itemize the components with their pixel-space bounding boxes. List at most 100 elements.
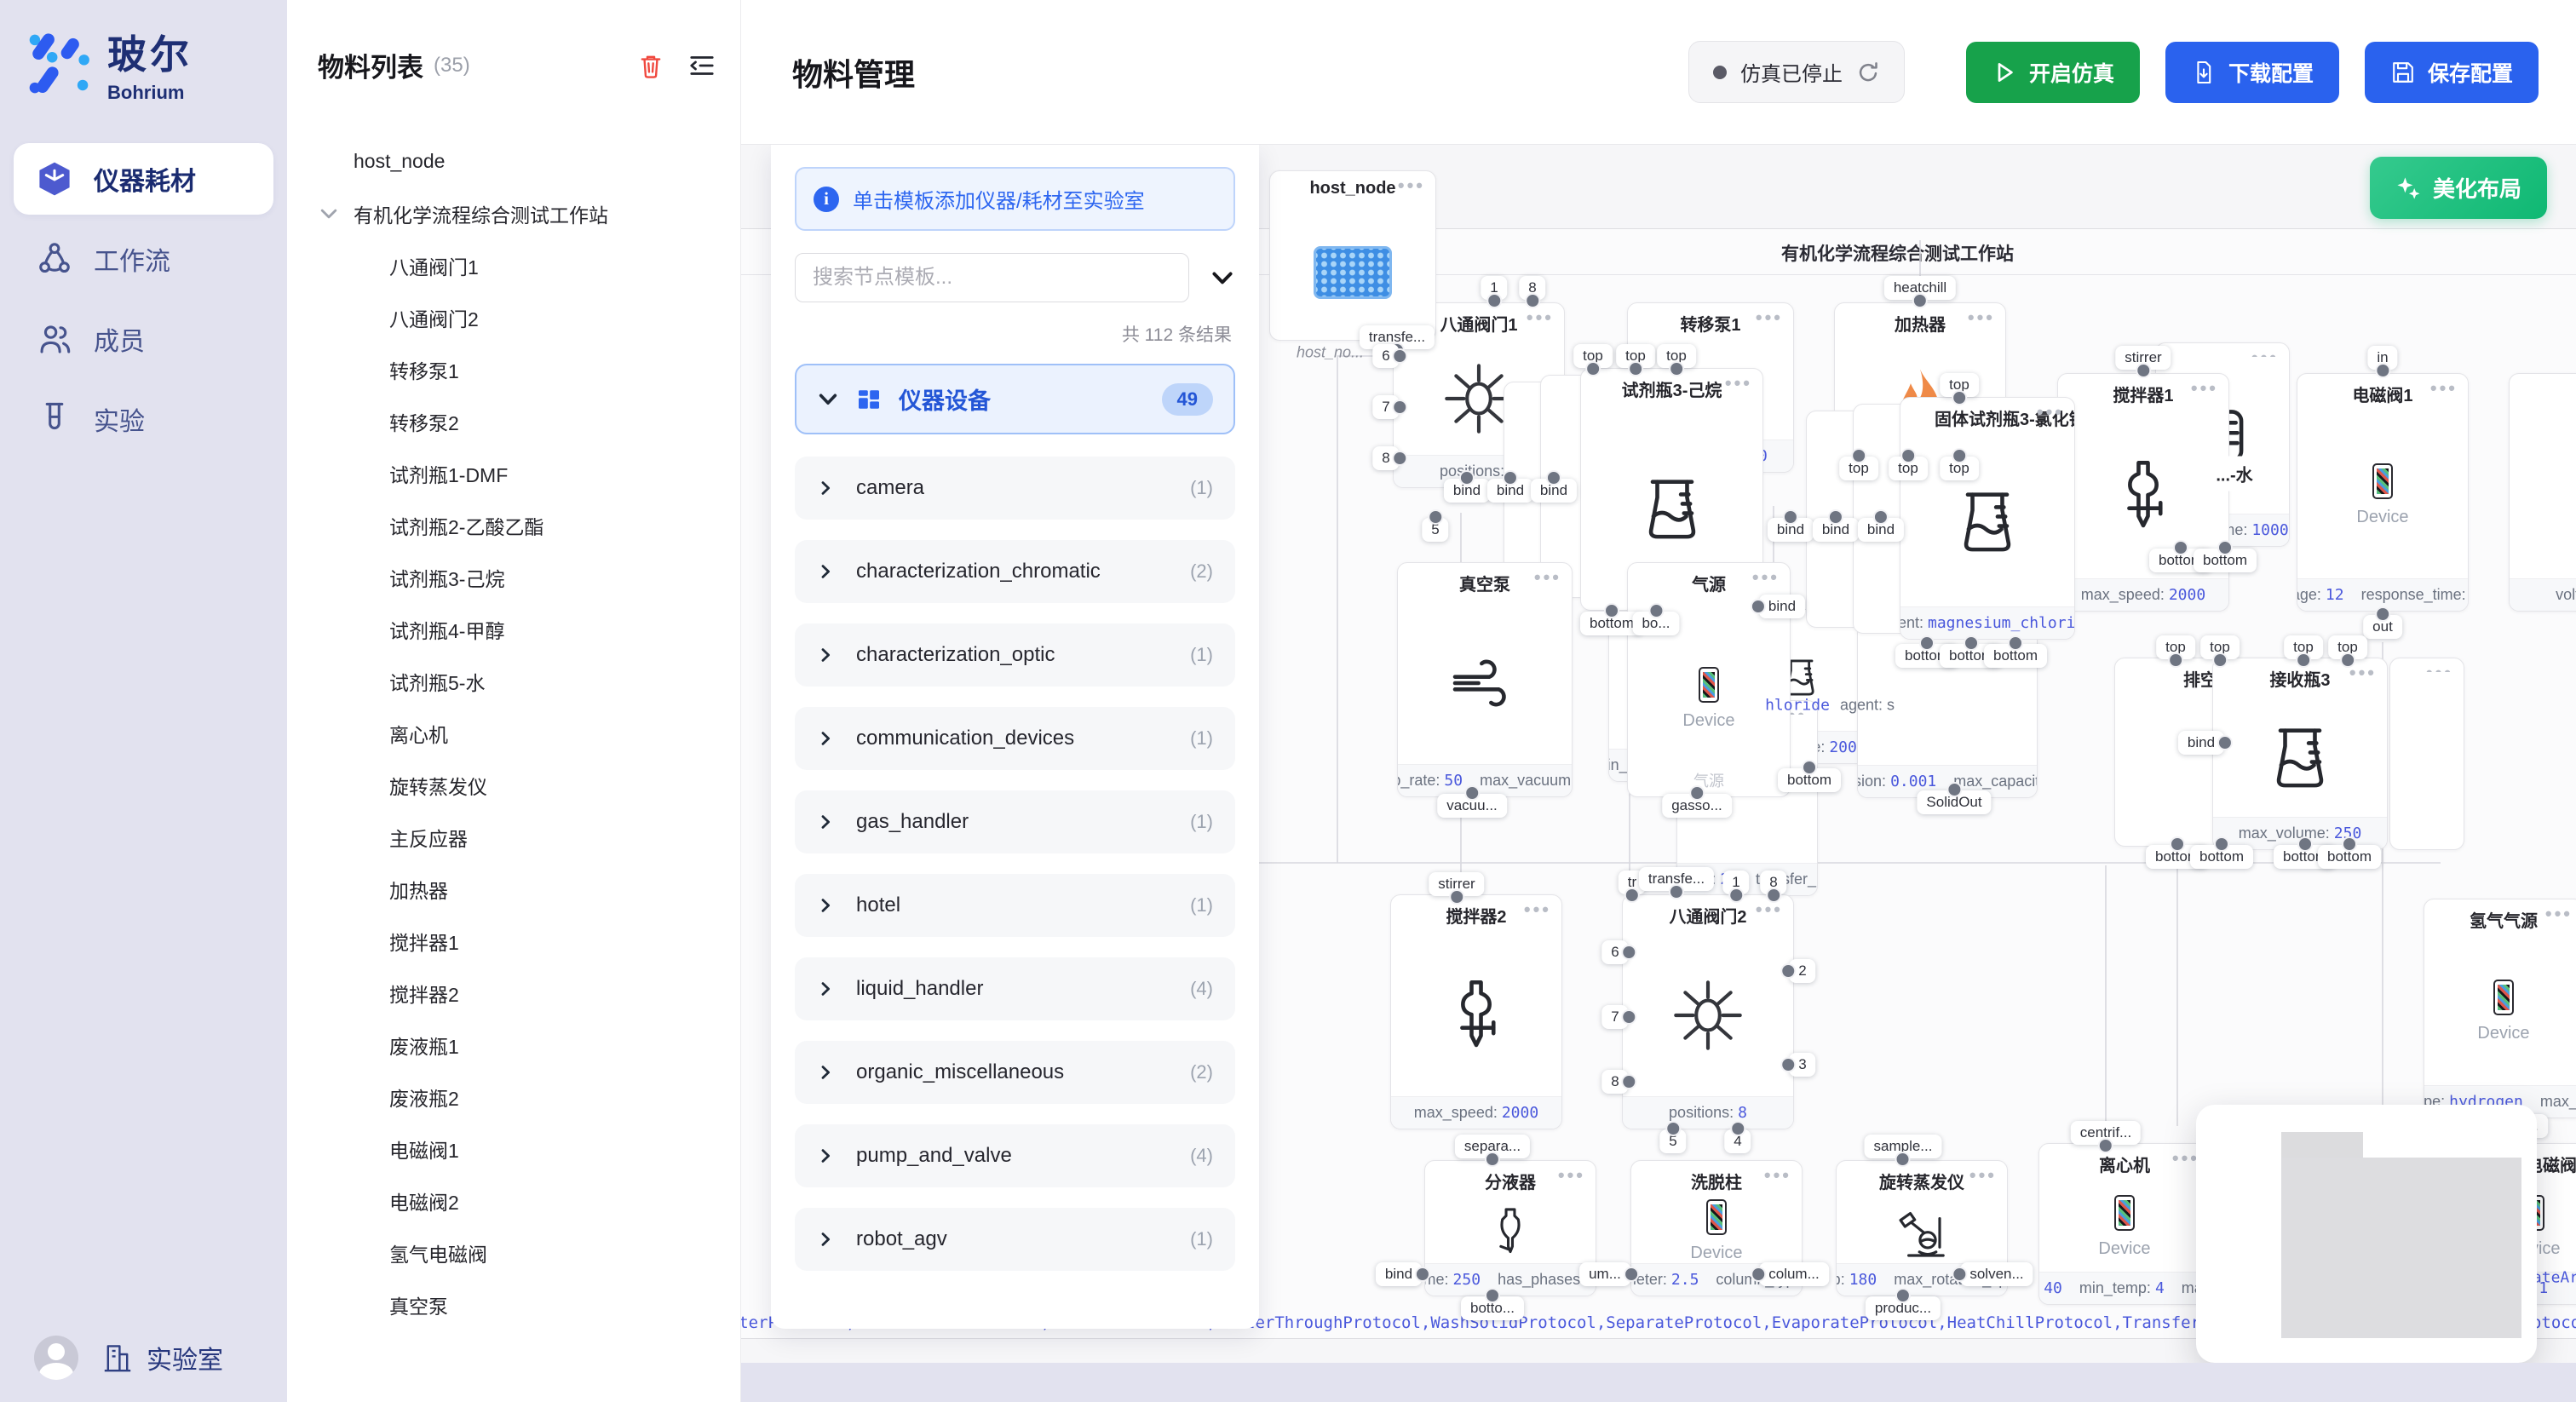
node-menu-icon[interactable]: ••• — [1558, 1164, 1585, 1187]
tree-item-14[interactable]: 搅拌器2 — [287, 967, 740, 1019]
port-SolidOut[interactable]: SolidOut — [1917, 790, 1991, 814]
node-menu-icon[interactable]: ••• — [1398, 175, 1425, 197]
category-item-characterization_chromatic[interactable]: characterization_chromatic(2) — [795, 540, 1235, 603]
port-top[interactable]: top — [1839, 457, 1878, 480]
category-item-camera[interactable]: camera(1) — [795, 457, 1235, 520]
tree-item-19[interactable]: 氢气电磁阀 — [287, 1227, 740, 1278]
canvas-node-接收瓶3[interactable]: 接收瓶3•••max_volume: 250 — [2212, 658, 2388, 850]
trash-icon[interactable] — [636, 51, 665, 80]
port-bind[interactable]: bind — [1487, 479, 1533, 503]
tree-item-2[interactable]: 转移泵1 — [287, 343, 740, 395]
port-top[interactable]: top — [2284, 635, 2323, 659]
port-top[interactable]: top — [2328, 635, 2367, 659]
port-bind[interactable]: bind — [1759, 595, 1805, 618]
port-1[interactable]: 1 — [1722, 871, 1749, 894]
port-in[interactable]: in — [2367, 346, 2397, 370]
node-menu-icon[interactable]: ••• — [1752, 566, 1780, 589]
category-item-liquid_handler[interactable]: liquid_handler(4) — [795, 957, 1235, 1020]
port-heatchill[interactable]: heatchill — [1884, 276, 1956, 300]
port-top[interactable]: top — [1573, 344, 1613, 368]
canvas-node-搅拌器1[interactable]: 搅拌器1•••max_speed: 2000 — [2057, 373, 2229, 612]
node-menu-icon[interactable]: ••• — [2545, 903, 2573, 925]
port-transfe...[interactable]: transfe... — [1639, 867, 1714, 891]
category-item-gas_handler[interactable]: gas_handler(1) — [795, 790, 1235, 853]
port-8[interactable]: 8 — [1372, 446, 1399, 470]
tree-item-12[interactable]: 加热器 — [287, 863, 740, 915]
port-5[interactable]: 5 — [1659, 1129, 1686, 1153]
port-top[interactable]: top — [1616, 344, 1655, 368]
port-colum...[interactable]: colum... — [1759, 1262, 1829, 1286]
port-7[interactable]: 7 — [1372, 395, 1399, 419]
port-8[interactable]: 8 — [1760, 871, 1786, 894]
port-stirrer[interactable]: stirrer — [1429, 872, 1484, 896]
port-bo...[interactable]: bo... — [1632, 612, 1679, 635]
tree-item-1[interactable]: 八通阀门2 — [287, 291, 740, 343]
sidebar-item-3[interactable]: 实验 — [14, 383, 273, 455]
collapse-list-icon[interactable] — [687, 51, 716, 80]
tree-item-5[interactable]: 试剂瓶2-乙酸乙酯 — [287, 499, 740, 551]
canvas-node-host_node[interactable]: host_node••• — [1269, 170, 1436, 341]
tree-item-11[interactable]: 主反应器 — [287, 811, 740, 863]
port-top[interactable]: top — [2200, 635, 2240, 659]
port-vacuu...[interactable]: vacuu... — [1437, 794, 1507, 818]
category-item-robot_agv[interactable]: robot_agv(1) — [795, 1208, 1235, 1271]
canvas-node-10[interactable]: •••voltage: 12 — [2509, 373, 2576, 612]
tree-item-8[interactable]: 试剂瓶5-水 — [287, 655, 740, 707]
refresh-icon[interactable] — [1856, 60, 1880, 84]
port-6[interactable]: 6 — [1372, 344, 1399, 368]
tree-item-3[interactable]: 转移泵2 — [287, 395, 740, 447]
port-bottom[interactable]: bottom — [1984, 644, 2047, 668]
port-1[interactable]: 1 — [1481, 276, 1507, 300]
category-item-communication_devices[interactable]: communication_devices(1) — [795, 707, 1235, 770]
port-5[interactable]: 5 — [1422, 518, 1448, 542]
canvas-node-搅拌器2[interactable]: 搅拌器2•••max_speed: 2000 — [1390, 894, 1562, 1129]
tree-item-13[interactable]: 搅拌器1 — [287, 915, 740, 967]
chevron-down-icon[interactable] — [1210, 265, 1235, 290]
port-out[interactable]: out — [2363, 615, 2402, 639]
category-item-characterization_optic[interactable]: characterization_optic(1) — [795, 623, 1235, 687]
port-stirrer[interactable]: stirrer — [2115, 346, 2171, 370]
port-botto...[interactable]: botto... — [1461, 1296, 1524, 1320]
port-sample...[interactable]: sample... — [1865, 1135, 1942, 1158]
canvas-node-氢气气源[interactable]: 氢气气源•••Device_type: hydrogenmax_pre: — [2424, 899, 2576, 1118]
port-6[interactable]: 6 — [1601, 940, 1628, 964]
port-bottom[interactable]: bottom — [1778, 768, 1841, 792]
category-group-instruments[interactable]: 仪器设备 49 — [795, 364, 1235, 434]
node-menu-icon[interactable]: ••• — [2426, 662, 2453, 672]
node-menu-icon[interactable]: ••• — [1527, 307, 1554, 329]
port-produc...[interactable]: produc... — [1866, 1296, 1941, 1320]
port-top[interactable]: top — [1940, 457, 1979, 480]
node-menu-icon[interactable]: ••• — [2191, 377, 2218, 399]
tree-item-root[interactable]: host_node — [287, 135, 740, 187]
tree-item-4[interactable]: 试剂瓶1-DMF — [287, 447, 740, 499]
sidebar-item-2[interactable]: 成员 — [14, 303, 273, 375]
tree-item-9[interactable]: 离心机 — [287, 707, 740, 759]
canvas-node-22[interactable]: ••• — [2389, 658, 2464, 850]
node-menu-icon[interactable]: ••• — [1969, 1164, 1997, 1187]
port-2[interactable]: 2 — [1789, 959, 1815, 983]
tree-item-16[interactable]: 废液瓶2 — [287, 1071, 740, 1123]
node-menu-icon[interactable]: ••• — [2037, 401, 2064, 423]
tree-item-6[interactable]: 试剂瓶3-己烷 — [287, 551, 740, 603]
port-top[interactable]: top — [2156, 635, 2195, 659]
tree-item-0[interactable]: 八通阀门1 — [287, 239, 740, 291]
port-separa...[interactable]: separa... — [1455, 1135, 1530, 1158]
port-top[interactable]: top — [1940, 373, 1979, 397]
tree-item-group[interactable]: 有机化学流程综合测试工作站 — [287, 187, 740, 239]
category-item-pump_and_valve[interactable]: pump_and_valve(4) — [795, 1124, 1235, 1187]
canvas-node-离心机[interactable]: 离心机•••Devicetemp: 40min_temp: 4max_spe: — [2038, 1143, 2211, 1305]
template-search-input[interactable] — [795, 253, 1189, 302]
port-centrif...[interactable]: centrif... — [2071, 1121, 2141, 1145]
sidebar-item-1[interactable]: 工作流 — [14, 223, 273, 295]
tree-item-10[interactable]: 旋转蒸发仪 — [287, 759, 740, 811]
port-bind[interactable]: bind — [1376, 1262, 1422, 1286]
sidebar-item-0[interactable]: 仪器耗材 — [14, 143, 273, 215]
port-bind[interactable]: bind — [2178, 731, 2224, 755]
port-bind[interactable]: bind — [1813, 518, 1859, 542]
tree-item-17[interactable]: 电磁阀1 — [287, 1123, 740, 1175]
canvas-node-电磁阀1[interactable]: 电磁阀1•••Devicevoltage: 12response_time: 0… — [2297, 373, 2469, 612]
node-menu-icon[interactable]: ••• — [1725, 372, 1752, 394]
canvas-node-固体试剂瓶3-氯化镁[interactable]: 固体试剂瓶3-氯化镁•••agent: magnesium_chloride — [1900, 397, 2075, 640]
port-bottom[interactable]: bottom — [2318, 845, 2381, 869]
node-menu-icon[interactable]: ••• — [1756, 307, 1783, 329]
